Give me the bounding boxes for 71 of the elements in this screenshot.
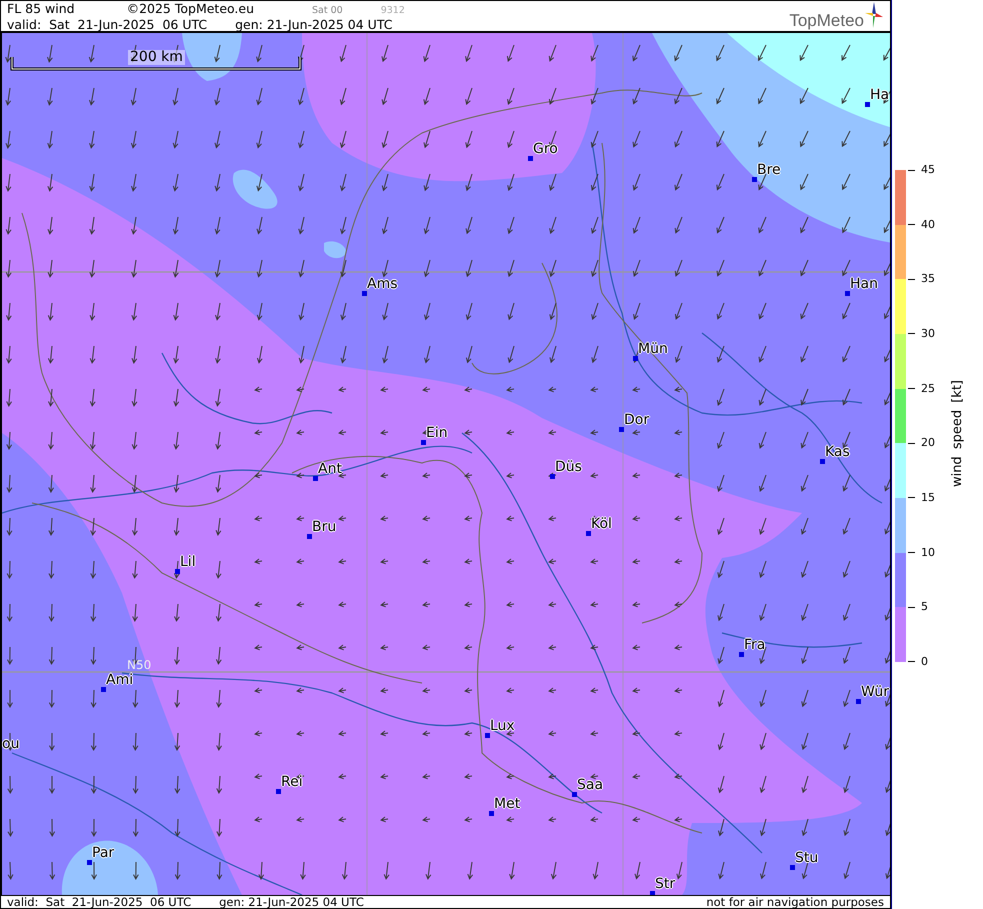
map-title: FL 85 wind [7, 0, 75, 16]
city-label: Par [92, 846, 114, 861]
city-label: Str [655, 877, 676, 892]
city-marker [633, 356, 638, 361]
city-label: Ant [318, 462, 342, 477]
scale-tick-label: 15 [908, 490, 948, 505]
city-marker [550, 474, 555, 479]
city-label: Wür [861, 685, 889, 700]
city-marker [790, 865, 795, 870]
logo-text: TopMeteo [789, 12, 864, 29]
city-marker [421, 440, 426, 445]
city-marker [528, 156, 533, 161]
city-label: Düs [555, 460, 582, 475]
city-marker [865, 102, 870, 107]
city-marker [313, 476, 318, 481]
copyright-text: ©2025 TopMeteo.eu [126, 0, 254, 16]
generated-time-text: gen: 21-Jun-2025 04 UTC [219, 896, 364, 908]
city-marker [101, 687, 106, 692]
model-run-text: Sat 00 [312, 4, 343, 16]
city-marker [619, 427, 624, 432]
scale-tick-label: 5 [908, 600, 948, 614]
city-label: Ams [367, 277, 398, 292]
latitude-label: N50 [127, 659, 152, 672]
scale-tick-label: 25 [908, 382, 948, 396]
city-marker [485, 733, 490, 738]
city-marker [489, 811, 494, 816]
city-label: Ami [106, 673, 134, 688]
city-label: Ein [426, 426, 448, 441]
scale-tick-label: 20 [908, 436, 948, 450]
city-marker [752, 177, 757, 182]
scale-label: 200 km [128, 50, 185, 65]
city-marker [845, 291, 850, 296]
city-marker [586, 531, 591, 536]
city-label: Lil [180, 555, 196, 570]
scale-tick-label: 10 [908, 546, 948, 560]
city-marker [175, 569, 180, 574]
city-marker [739, 652, 744, 657]
city-label: Gro [533, 142, 558, 157]
scale-tick-label: 45 [908, 163, 948, 177]
city-marker [820, 459, 825, 464]
city-label: Kas [825, 445, 850, 460]
city-marker [856, 699, 861, 704]
city-label: Lux [490, 719, 515, 734]
legend-title: wind speed [kt] [950, 380, 965, 488]
city-label: Dor [624, 413, 650, 428]
city-label: Han [850, 277, 878, 292]
city-marker [307, 534, 312, 539]
scale-tick-label: 35 [908, 272, 948, 286]
city-label: Fra [744, 638, 766, 653]
code-text: 9312 [380, 4, 405, 16]
city-label: Rei [281, 775, 303, 790]
disclaimer-text: not for air navigation purposes [706, 896, 884, 908]
compass-star-icon [864, 1, 884, 29]
city-label: Met [494, 797, 520, 812]
scale-tick-label: 40 [908, 218, 948, 232]
scale-tick-label: 30 [908, 326, 948, 341]
city-marker [650, 891, 655, 895]
valid-time-text: valid: Sat 21-Jun-2025 06 UTC [7, 16, 208, 32]
city-marker [572, 792, 577, 797]
city-label: Bru [312, 520, 336, 535]
city-label: Köl [591, 517, 612, 532]
city-label: Stu [795, 851, 818, 866]
city-label: Ha [870, 88, 890, 103]
generated-time-text: gen: 21-Jun-2025 04 UTC [235, 16, 392, 32]
city-marker [362, 291, 367, 296]
valid-time-text: valid: Sat 21-Jun-2025 06 UTC [7, 896, 192, 908]
city-marker [276, 789, 281, 794]
city-marker [87, 860, 92, 865]
city-label: Saa [577, 778, 604, 793]
scale-tick-label: 0 [908, 654, 948, 669]
city-label: Bre [757, 163, 781, 178]
